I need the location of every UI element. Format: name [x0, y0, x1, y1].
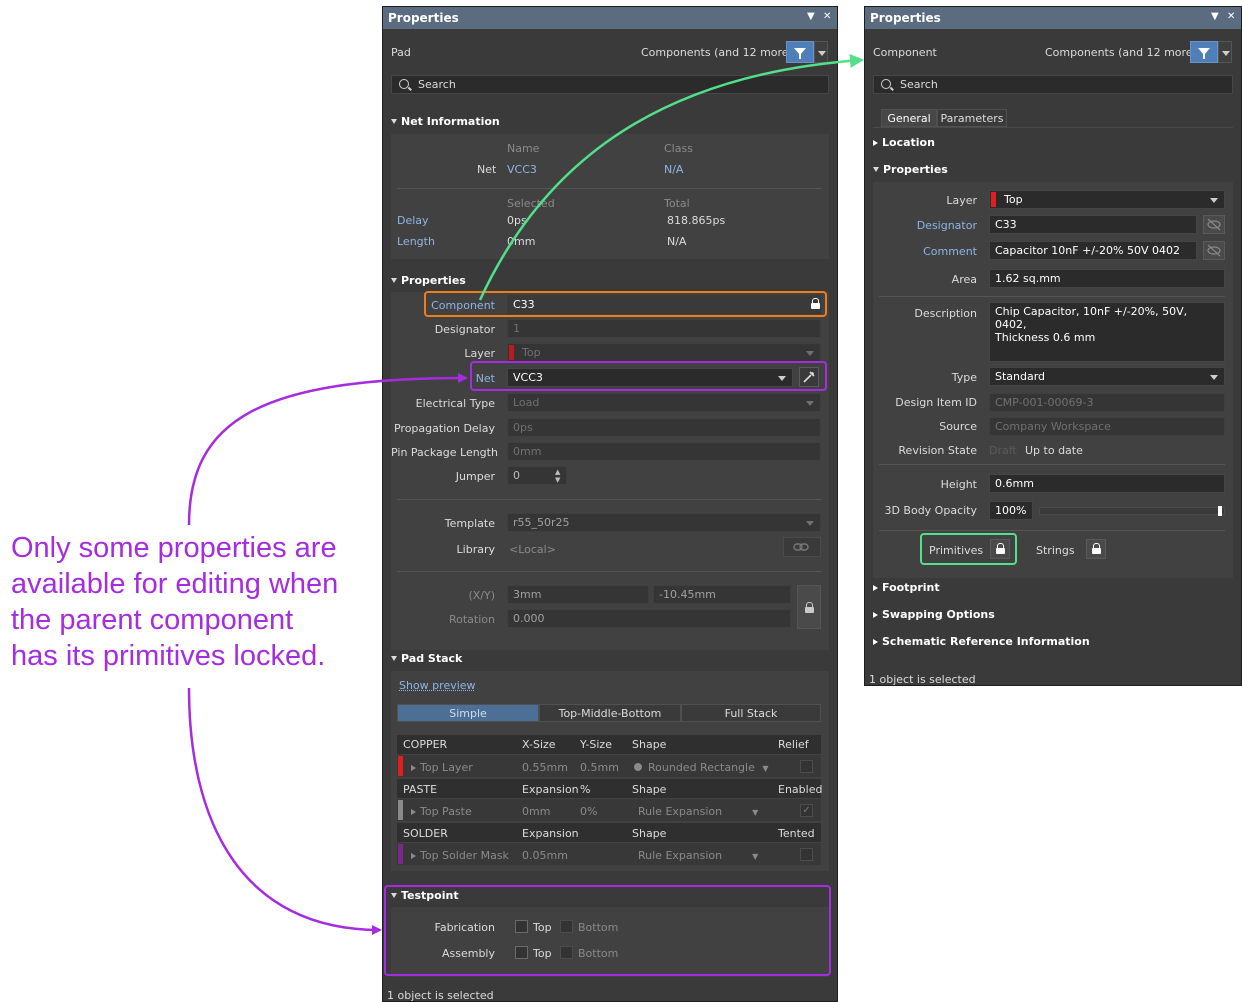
annotation-arrows	[187, 53, 864, 935]
arrow-to-component-panel	[478, 53, 864, 301]
arrow-to-testpoint	[187, 687, 382, 935]
arrow-to-net	[187, 373, 468, 526]
